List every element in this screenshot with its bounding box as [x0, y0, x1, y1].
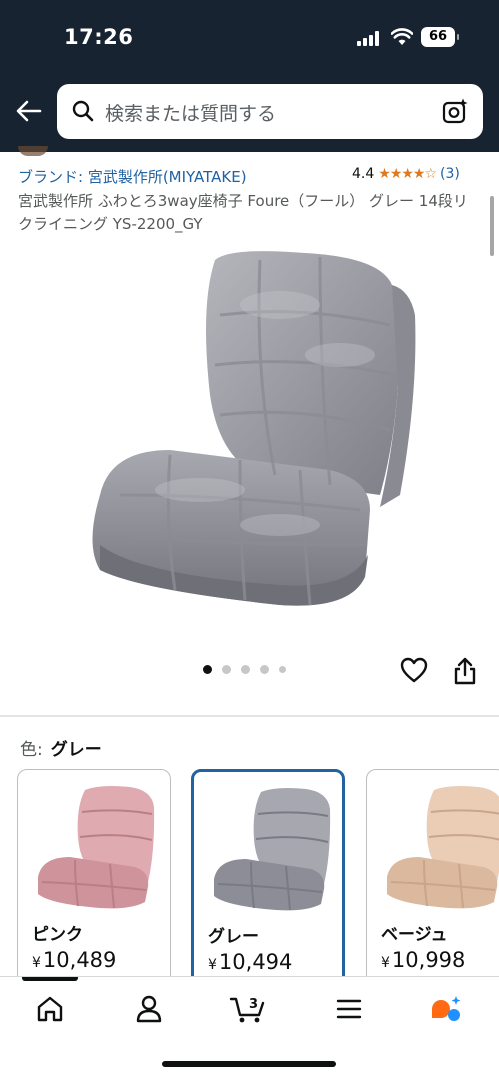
- cart-icon[interactable]: 3: [228, 993, 268, 1025]
- pagination-dot[interactable]: [222, 665, 231, 674]
- pagination-dot[interactable]: [203, 665, 212, 674]
- pagination-dot[interactable]: [279, 666, 286, 673]
- swatch-name: グレー: [208, 927, 259, 947]
- brand-link[interactable]: ブランド: 宮武製作所(MIYATAKE): [18, 166, 247, 187]
- product-image[interactable]: [80, 245, 420, 620]
- currency-symbol: ¥: [208, 957, 217, 973]
- cart-count: 3: [249, 997, 258, 1012]
- menu-icon[interactable]: [333, 993, 365, 1025]
- pagination-dot[interactable]: [241, 665, 250, 674]
- swatch-price: ¥10,494: [208, 950, 292, 974]
- search-input[interactable]: 検索または質問する: [105, 99, 276, 126]
- home-indicator: [162, 1061, 336, 1067]
- section-divider: [0, 715, 499, 717]
- color-label-value: グレー: [50, 740, 102, 760]
- rating-summary[interactable]: 4.4 ★★★★☆ (3): [352, 166, 460, 182]
- price-value: 10,998: [391, 948, 466, 972]
- swatch-name: ベージュ: [381, 925, 448, 945]
- account-icon[interactable]: [133, 993, 165, 1025]
- heart-icon[interactable]: [400, 656, 428, 684]
- battery-indicator: 66: [421, 27, 459, 47]
- currency-symbol: ¥: [381, 955, 390, 971]
- price-value: 10,494: [218, 950, 293, 974]
- share-icon[interactable]: [452, 656, 478, 686]
- image-pagination[interactable]: [203, 665, 286, 674]
- scrollbar[interactable]: [490, 196, 494, 256]
- product-title: 宮武製作所 ふわとろ3way座椅子 Foure（フール） グレー 14段リクライ…: [18, 192, 468, 233]
- rufus-assistant-icon[interactable]: [428, 993, 464, 1025]
- search-bar[interactable]: 検索または質問する: [57, 84, 483, 139]
- color-option-beige[interactable]: ベージュ ¥10,998: [366, 769, 499, 999]
- currency-symbol: ¥: [32, 955, 41, 971]
- active-tab-indicator: [22, 977, 78, 981]
- color-selection-label: 色: グレー: [20, 735, 102, 760]
- swatch-image: [387, 786, 499, 909]
- header-edge-decoration: [18, 146, 48, 156]
- rating-value: 4.4: [352, 166, 375, 182]
- app-header: 17:26 66 検索または質問する: [0, 0, 499, 152]
- status-time: 17:26: [64, 25, 134, 49]
- swatch-image: [214, 788, 331, 911]
- pagination-dot[interactable]: [260, 665, 269, 674]
- search-icon: [72, 100, 94, 122]
- rating-count[interactable]: (3): [440, 166, 460, 182]
- color-option-gray[interactable]: グレー ¥10,494: [191, 769, 345, 999]
- cellular-signal-icon: [357, 31, 383, 46]
- swatch-image: [38, 786, 155, 909]
- home-icon[interactable]: [34, 993, 66, 1025]
- star-rating-icon: ★★★★☆: [378, 166, 437, 182]
- swatch-price: ¥10,998: [381, 948, 465, 972]
- color-label-key: 色:: [20, 740, 43, 760]
- status-bar: 17:26 66: [0, 0, 499, 76]
- price-value: 10,489: [42, 948, 117, 972]
- camera-search-icon[interactable]: [441, 97, 469, 125]
- swatch-price: ¥10,489: [32, 948, 116, 972]
- swatch-name: ピンク: [32, 925, 83, 945]
- back-arrow-icon[interactable]: [14, 96, 44, 126]
- color-option-pink[interactable]: ピンク ¥10,489: [17, 769, 171, 999]
- wifi-icon: [391, 28, 413, 45]
